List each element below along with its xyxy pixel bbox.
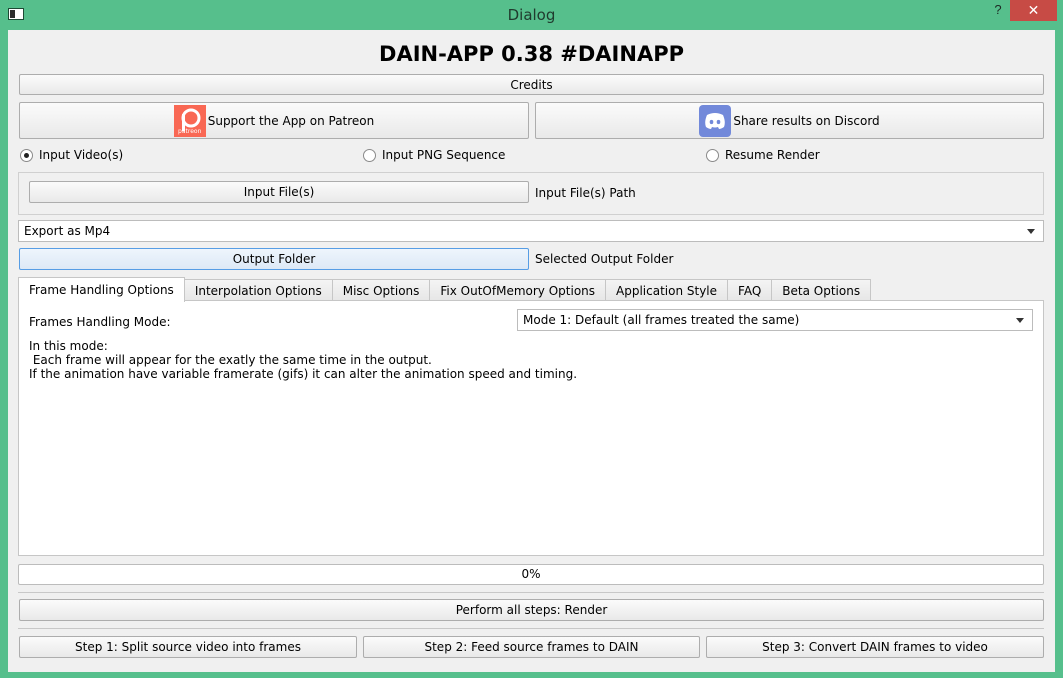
help-button[interactable]: ? [990, 2, 1006, 20]
patreon-logo-icon: patreon [173, 104, 206, 137]
radio-input-videos[interactable]: Input Video(s) [20, 148, 123, 162]
frames-mode-label: Frames Handling Mode: [29, 315, 171, 329]
mode-description: In this mode: Each frame will appear for… [29, 339, 578, 381]
radio-indicator[interactable] [363, 148, 376, 162]
dialog-content: DAIN-APP 0.38 #DAINAPP Credits patreon S… [8, 30, 1055, 672]
radio-indicator[interactable] [706, 148, 719, 162]
tab-application-style[interactable]: Application Style [605, 279, 729, 301]
output-folder-button[interactable]: Output Folder [19, 248, 529, 270]
tab-faq[interactable]: FAQ [727, 279, 773, 301]
step3-button[interactable]: Step 3: Convert DAIN frames to video [706, 636, 1044, 658]
render-button[interactable]: Perform all steps: Render [19, 599, 1044, 621]
discord-button-label: Share results on Discord [733, 113, 880, 128]
close-button[interactable]: ✕ [1010, 0, 1057, 21]
tab-interpolation[interactable]: Interpolation Options [183, 279, 333, 301]
chevron-down-icon [1027, 229, 1035, 234]
input-files-button[interactable]: Input File(s) [29, 181, 529, 203]
divider [18, 592, 1044, 593]
credits-button[interactable]: Credits [19, 74, 1044, 95]
progress-label: 0% [521, 567, 541, 581]
progress-bar: 0% [18, 564, 1044, 585]
radio-label-input-png: Input PNG Sequence [382, 148, 506, 162]
discord-logo-icon [699, 104, 732, 137]
tab-misc[interactable]: Misc Options [331, 279, 431, 301]
radio-label-input-videos: Input Video(s) [39, 148, 124, 162]
patreon-button[interactable]: patreon Support the App on Patreon [19, 102, 529, 139]
export-format-select[interactable]: Export as Mp4 [18, 220, 1044, 242]
step1-button[interactable]: Step 1: Split source video into frames [19, 636, 357, 658]
frames-mode-value: Mode 1: Default (all frames treated the … [523, 313, 800, 327]
frames-mode-select[interactable]: Mode 1: Default (all frames treated the … [517, 309, 1033, 331]
chevron-down-icon [1016, 318, 1024, 323]
tab-fix-oom[interactable]: Fix OutOfMemory Options [429, 279, 607, 301]
close-icon: ✕ [1027, 2, 1040, 18]
radio-label-resume-render: Resume Render [725, 148, 820, 162]
frame-handling-panel: Frames Handling Mode: Mode 1: Default (a… [18, 300, 1044, 556]
step2-button[interactable]: Step 2: Feed source frames to DAIN [363, 636, 700, 658]
app-heading: DAIN-APP 0.38 #DAINAPP [379, 42, 684, 66]
tab-beta[interactable]: Beta Options [771, 279, 872, 301]
input-path-label: Input File(s) Path [535, 186, 636, 200]
radio-indicator-checked[interactable] [20, 148, 33, 162]
output-folder-label: Selected Output Folder [535, 252, 674, 266]
patreon-button-label: Support the App on Patreon [207, 113, 375, 128]
divider [18, 628, 1044, 629]
title-bar[interactable]: Dialog ? ✕ [0, 0, 1063, 30]
export-format-value: Export as Mp4 [24, 224, 111, 238]
window-title: Dialog [507, 6, 556, 24]
radio-resume-render[interactable]: Resume Render [706, 148, 820, 162]
options-tab-bar: Frame Handling Options Interpolation Opt… [18, 277, 872, 302]
tab-frame-handling[interactable]: Frame Handling Options [18, 277, 185, 302]
discord-button[interactable]: Share results on Discord [535, 102, 1044, 139]
dialog-window: Dialog ? ✕ DAIN-APP 0.38 #DAINAPP Credit… [0, 0, 1063, 678]
radio-input-png[interactable]: Input PNG Sequence [363, 148, 505, 162]
